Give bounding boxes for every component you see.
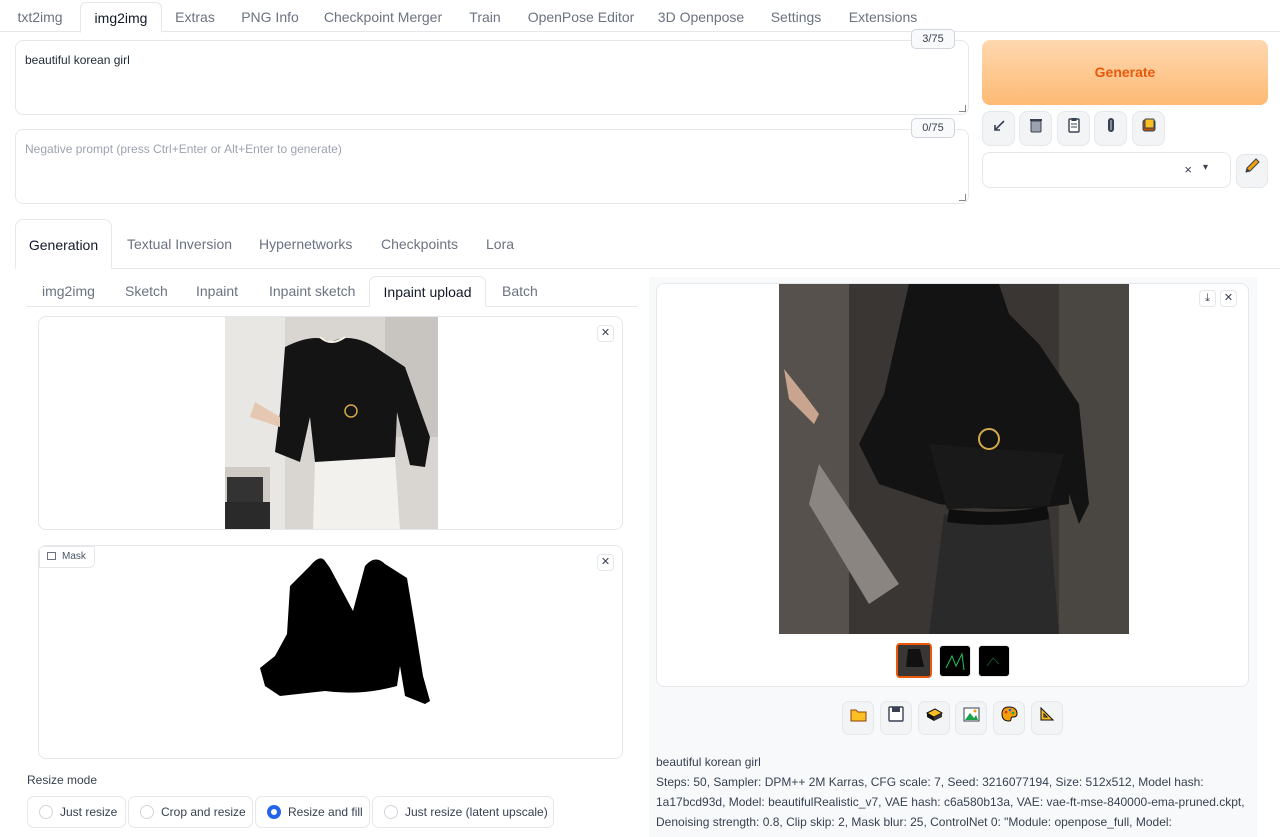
- close-icon[interactable]: ✕: [597, 554, 614, 571]
- tab-batch[interactable]: Batch: [502, 276, 538, 307]
- tab-checkpoint-merger[interactable]: Checkpoint Merger: [316, 0, 450, 32]
- gallery-thumbnail[interactable]: [896, 643, 932, 678]
- output-image[interactable]: [779, 284, 1129, 634]
- tab-train[interactable]: Train: [458, 0, 512, 32]
- close-icon[interactable]: ✕: [597, 325, 614, 342]
- mask-shape: [260, 558, 430, 704]
- negative-prompt-input[interactable]: Negative prompt (press Ctrl+Enter or Alt…: [15, 129, 969, 204]
- tab-sketch[interactable]: Sketch: [125, 276, 168, 307]
- send-to-inpaint-icon[interactable]: [993, 701, 1025, 735]
- send-to-extras-icon[interactable]: [1031, 701, 1063, 735]
- save-style-icon[interactable]: [1132, 111, 1165, 146]
- tab-checkpoints[interactable]: Checkpoints: [381, 219, 458, 269]
- resize-handle[interactable]: [959, 194, 966, 201]
- tab-openpose-editor[interactable]: OpenPose Editor: [520, 0, 642, 32]
- tab-settings[interactable]: Settings: [760, 0, 832, 32]
- radio-crop-and-resize[interactable]: Crop and resize: [128, 796, 253, 828]
- bookmark-icon[interactable]: [1094, 111, 1127, 146]
- resize-mode-label: Resize mode: [27, 773, 98, 787]
- tab-inpaint-upload[interactable]: Inpaint upload: [369, 276, 486, 307]
- tab-lora[interactable]: Lora: [486, 219, 514, 269]
- negative-token-counter: 0/75: [911, 118, 955, 138]
- inpaint-mask-area[interactable]: Mask ✕: [38, 545, 623, 759]
- styles-dropdown[interactable]: × ▾: [982, 152, 1231, 188]
- zip-icon[interactable]: [918, 701, 950, 735]
- image-icon: [47, 552, 56, 560]
- tab-inpaint[interactable]: Inpaint: [196, 276, 238, 307]
- tab-inpaint-sketch[interactable]: Inpaint sketch: [269, 276, 355, 307]
- gallery-thumbnail[interactable]: [939, 645, 971, 677]
- gallery-thumbnail[interactable]: [978, 645, 1010, 677]
- source-photo: [225, 317, 438, 529]
- tab-extensions[interactable]: Extensions: [840, 0, 926, 32]
- main-tab-bar: txt2img img2img Extras PNG Info Checkpoi…: [0, 0, 1280, 33]
- chevron-down-icon[interactable]: ▾: [1203, 162, 1208, 173]
- output-gallery: ⤓ ✕: [656, 283, 1249, 687]
- tab-img2img[interactable]: img2img: [80, 2, 162, 33]
- close-icon[interactable]: ✕: [1220, 290, 1237, 307]
- tab-png-info[interactable]: PNG Info: [232, 0, 308, 32]
- tab-textual-inversion[interactable]: Textual Inversion: [127, 219, 232, 269]
- edit-styles-button[interactable]: [1236, 154, 1268, 188]
- prompt-text: beautiful korean girl: [25, 53, 130, 67]
- generate-button[interactable]: Generate: [982, 40, 1268, 105]
- prompt-token-counter: 3/75: [911, 29, 955, 49]
- output-parameters: Steps: 50, Sampler: DPM++ 2M Karras, CFG…: [656, 775, 1245, 829]
- tab-img2img-mode[interactable]: img2img: [42, 276, 95, 307]
- tab-extras[interactable]: Extras: [166, 0, 224, 32]
- clear-icon[interactable]: ×: [1184, 162, 1192, 177]
- negative-prompt-placeholder: Negative prompt (press Ctrl+Enter or Alt…: [25, 142, 342, 156]
- img2img-mode-tabs: img2img Sketch Inpaint Inpaint sketch In…: [27, 276, 637, 307]
- folder-icon[interactable]: [842, 701, 874, 735]
- generation-info: beautiful korean girl Steps: 50, Sampler…: [656, 752, 1246, 832]
- tab-3d-openpose[interactable]: 3D Openpose: [650, 0, 752, 32]
- pencil-icon: [1245, 158, 1260, 173]
- arrow-icon[interactable]: [982, 111, 1015, 146]
- settings-tab-bar: Generation Textual Inversion Hypernetwor…: [15, 219, 1280, 269]
- download-icon[interactable]: ⤓: [1199, 290, 1216, 307]
- radio-just-resize[interactable]: Just resize: [27, 796, 126, 828]
- save-icon[interactable]: [880, 701, 912, 735]
- tab-generation[interactable]: Generation: [15, 219, 112, 269]
- clipboard-icon[interactable]: [1057, 111, 1090, 146]
- inpaint-source-image-area[interactable]: ✕: [38, 316, 623, 530]
- resize-handle[interactable]: [959, 105, 966, 112]
- trash-icon[interactable]: [1019, 111, 1052, 146]
- tab-hypernetworks[interactable]: Hypernetworks: [259, 219, 352, 269]
- radio-resize-and-fill[interactable]: Resize and fill: [255, 796, 370, 828]
- mask-label: Mask: [39, 546, 95, 568]
- send-to-img2img-icon[interactable]: [955, 701, 987, 735]
- radio-just-resize-latent-upscale[interactable]: Just resize (latent upscale): [372, 796, 554, 828]
- output-prompt: beautiful korean girl: [656, 755, 761, 769]
- prompt-input[interactable]: beautiful korean girl: [15, 40, 969, 115]
- tab-txt2img[interactable]: txt2img: [8, 0, 72, 32]
